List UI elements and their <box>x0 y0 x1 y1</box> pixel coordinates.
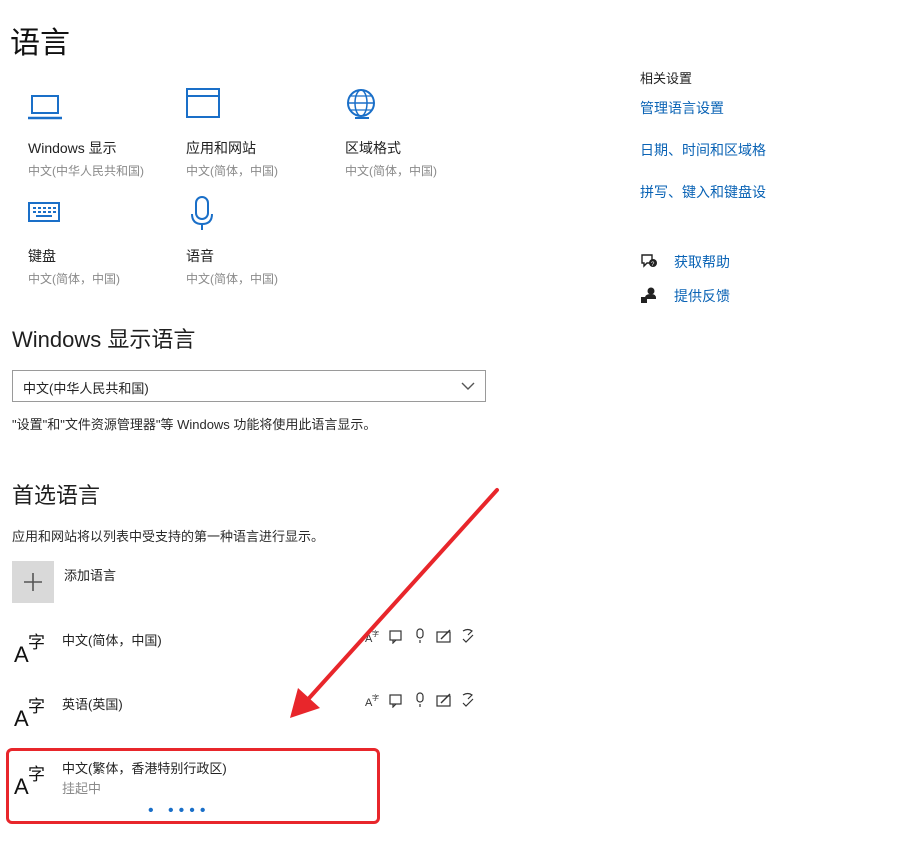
language-item-en-gb[interactable]: A 字 英语(英国) A字 <box>0 686 490 736</box>
tile-title: 区域格式 <box>345 140 401 156</box>
feedback-icon <box>640 286 658 304</box>
speech-icon <box>388 692 404 709</box>
manage-language-settings-link[interactable]: 管理语言设置 <box>640 98 724 118</box>
spelling-typing-keyboard-link[interactable]: 拼写、键入和键盘设 <box>640 182 766 202</box>
language-name: 英语(英国) <box>62 697 123 712</box>
tile-subtitle: 中文(简体，中国) <box>186 164 278 178</box>
annotation-highlight-box <box>6 748 380 824</box>
display-language-icon: A字 <box>364 692 380 709</box>
svg-text:字: 字 <box>28 697 45 717</box>
display-language-dropdown[interactable]: 中文(中华人民共和国) <box>12 370 486 402</box>
preferred-languages-heading: 首选语言 <box>12 483 101 508</box>
svg-text:A: A <box>14 706 29 730</box>
add-language-button[interactable] <box>12 561 54 603</box>
tile-subtitle: 中文(简体，中国) <box>28 272 120 286</box>
help-icon: ? <box>640 252 658 270</box>
language-features: A字 <box>364 692 476 709</box>
tile-title: 语音 <box>186 248 214 264</box>
microphone-icon <box>412 628 428 644</box>
svg-text:A: A <box>14 642 29 666</box>
give-feedback-link[interactable]: 提供反馈 <box>674 286 730 306</box>
dropdown-value: 中文(中华人民共和国) <box>23 381 149 396</box>
svg-text:字: 字 <box>372 629 379 638</box>
plus-icon <box>24 573 42 591</box>
handwriting-icon <box>436 692 452 708</box>
tile-title: 应用和网站 <box>186 140 256 156</box>
microphone-icon <box>191 196 213 230</box>
preferred-languages-description: 应用和网站将以列表中受支持的第一种语言进行显示。 <box>12 529 325 544</box>
display-language-heading: Windows 显示语言 <box>12 327 196 352</box>
speech-icon <box>388 628 404 645</box>
page-title: 语言 <box>10 27 70 60</box>
spellcheck-icon <box>460 692 476 708</box>
date-time-region-link[interactable]: 日期、时间和区域格 <box>640 140 766 160</box>
get-help-link[interactable]: 获取帮助 <box>674 252 730 272</box>
language-item-zh-cn[interactable]: A 字 中文(简体，中国) A字 <box>0 622 490 672</box>
tile-subtitle: 中文(中华人民共和国) <box>28 164 144 178</box>
language-name: 中文(简体，中国) <box>62 633 162 648</box>
chevron-down-icon <box>461 382 475 390</box>
related-settings-heading: 相关设置 <box>640 71 693 86</box>
svg-text:字: 字 <box>372 693 379 702</box>
language-glyph-icon: A 字 <box>14 633 45 666</box>
handwriting-icon <box>436 628 452 644</box>
display-language-icon: A字 <box>364 628 380 645</box>
laptop-icon <box>28 95 62 120</box>
window-icon <box>186 88 220 118</box>
microphone-icon <box>412 692 428 708</box>
tile-subtitle: 中文(简体，中国) <box>186 272 278 286</box>
language-glyph-icon: A 字 <box>14 697 45 730</box>
keyboard-icon <box>28 202 60 222</box>
tile-title: 键盘 <box>28 248 56 264</box>
spellcheck-icon <box>460 628 476 644</box>
tile-title: Windows 显示 <box>28 140 117 156</box>
language-features: A字 <box>364 628 476 645</box>
add-language-label[interactable]: 添加语言 <box>64 565 116 584</box>
globe-icon <box>347 89 375 119</box>
tile-subtitle: 中文(简体，中国) <box>345 164 437 178</box>
display-language-description: "设置"和"文件资源管理器"等 Windows 功能将使用此语言显示。 <box>12 417 377 432</box>
svg-text:字: 字 <box>28 633 45 653</box>
